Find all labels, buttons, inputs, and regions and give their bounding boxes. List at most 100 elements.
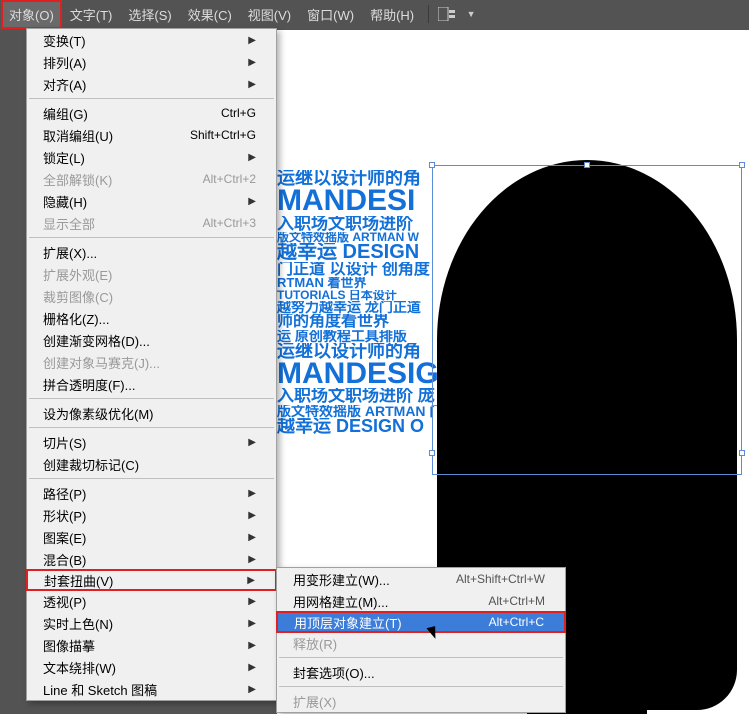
menu-item-label: 路径(P) <box>43 484 86 503</box>
menu-item[interactable]: 对齐(A) ▶ <box>27 73 276 95</box>
submenu-item-label: 用顶层对象建立(T) <box>294 613 402 632</box>
artwork-line: MANDESI <box>277 187 457 216</box>
submenu-arrow-icon: ▶ <box>248 79 256 90</box>
menu-separator <box>29 237 274 238</box>
submenu-item[interactable]: 用网格建立(M)...Alt+Ctrl+M <box>277 590 565 612</box>
bounding-box <box>432 165 742 475</box>
anchor-point[interactable] <box>739 162 745 168</box>
menu-item-label: 全部解锁(K) <box>43 170 112 189</box>
submenu-shortcut: Alt+Shift+Ctrl+W <box>456 572 545 586</box>
menu-separator <box>29 98 274 99</box>
menu-separator <box>29 398 274 399</box>
menu-item[interactable]: 切片(S)▶ <box>27 431 276 453</box>
anchor-point[interactable] <box>429 162 435 168</box>
artwork-line: 运 原创教程工具排版 <box>277 330 457 343</box>
menu-item: 裁剪图像(C) <box>27 285 276 307</box>
menu-item-label: 实时上色(N) <box>43 614 113 633</box>
menu-item-label: 扩展外观(E) <box>43 265 112 284</box>
menu-help[interactable]: 帮助(H) <box>362 0 422 29</box>
submenu-arrow-icon: ▶ <box>248 684 256 695</box>
menu-item-label: Line 和 Sketch 图稿 <box>43 680 157 699</box>
menu-item-label: 拼合透明度(F)... <box>43 375 135 394</box>
menu-item[interactable]: 排列(A) ▶ <box>27 51 276 73</box>
menu-item[interactable]: 实时上色(N)▶ <box>27 612 276 634</box>
menu-item[interactable]: 创建渐变网格(D)... <box>27 329 276 351</box>
menu-item[interactable]: 取消编组(U)Shift+Ctrl+G <box>27 124 276 146</box>
menu-item[interactable]: 拼合透明度(F)... <box>27 373 276 395</box>
menu-separator <box>29 478 274 479</box>
menu-item-label: 变换(T) <box>43 31 86 50</box>
menu-item[interactable]: 透视(P)▶ <box>27 590 276 612</box>
submenu-item[interactable]: 用变形建立(W)... Alt+Shift+Ctrl+W <box>277 568 565 590</box>
menu-effect[interactable]: 效果(C) <box>180 0 240 29</box>
menu-item[interactable]: 图案(E)▶ <box>27 526 276 548</box>
menu-object[interactable]: 对象(O) <box>1 0 62 29</box>
menu-item[interactable]: 路径(P) ▶ <box>27 482 276 504</box>
submenu-shortcut: Alt+Ctrl+M <box>488 594 545 608</box>
menu-item-label: 文本绕排(W) <box>43 658 116 677</box>
menu-item[interactable]: Line 和 Sketch 图稿 ▶ <box>27 678 276 700</box>
menu-item-label: 排列(A) <box>43 53 86 72</box>
artwork-line: 版文特效摇版 ARTMAN W <box>277 232 457 243</box>
menu-item[interactable]: 文本绕排(W) ▶ <box>27 656 276 678</box>
submenu-arrow-icon: ▶ <box>248 57 256 68</box>
menu-view[interactable]: 视图(V) <box>240 0 299 29</box>
menu-item: 创建对象马赛克(J)... <box>27 351 276 373</box>
menu-item-label: 显示全部 <box>43 214 95 233</box>
submenu-item[interactable]: 封套选项(O)... <box>277 661 565 683</box>
menu-item[interactable]: 创建裁切标记(C) <box>27 453 276 475</box>
menu-item[interactable]: 形状(P)▶ <box>27 504 276 526</box>
submenu-item-label: 封套选项(O)... <box>293 663 375 682</box>
menu-item[interactable]: 编组(G) Ctrl+G <box>27 102 276 124</box>
envelope-distort-submenu: 用变形建立(W)... Alt+Shift+Ctrl+W 用网格建立(M)...Al… <box>276 567 566 713</box>
menu-item: 全部解锁(K) Alt+Ctrl+2 <box>27 168 276 190</box>
menu-shortcut: Alt+Ctrl+3 <box>203 216 256 230</box>
menu-item[interactable]: 设为像素级优化(M) <box>27 402 276 424</box>
menu-item[interactable]: 隐藏(H) ▶ <box>27 190 276 212</box>
menu-item-label: 透视(P) <box>43 592 86 611</box>
menu-item-label: 创建对象马赛克(J)... <box>43 353 160 372</box>
artwork-line: 门正道 以设计 创角度 <box>277 262 457 277</box>
artwork-line: 运继以设计师的角 <box>277 170 457 187</box>
menu-item[interactable]: 扩展(X)... <box>27 241 276 263</box>
artwork-line: 越幸运 DESIGN O <box>277 418 457 435</box>
menu-select[interactable]: 选择(S) <box>120 0 179 29</box>
menu-shortcut: Ctrl+G <box>221 106 256 120</box>
submenu-item[interactable]: 用顶层对象建立(T)Alt+Ctrl+C <box>276 611 566 633</box>
menu-type[interactable]: 文字(T) <box>62 0 121 29</box>
artwork-line: 运继以设计师的角 <box>277 343 457 360</box>
menu-item[interactable]: 图像描摹▶ <box>27 634 276 656</box>
separator <box>428 5 429 23</box>
submenu-arrow-icon: ▶ <box>248 35 256 46</box>
menu-item-label: 扩展(X)... <box>43 243 97 262</box>
menu-item-label: 图像描摹 <box>43 636 95 655</box>
artwork-line: RTMAN 着世界 <box>277 277 457 289</box>
menu-separator <box>279 657 563 658</box>
submenu-arrow-icon: ▶ <box>248 437 256 448</box>
dropdown-icon[interactable]: ▼ <box>459 5 483 23</box>
menu-shortcut: Alt+Ctrl+2 <box>203 172 256 186</box>
submenu-arrow-icon: ▶ <box>248 532 256 543</box>
menu-item-label: 对齐(A) <box>43 75 86 94</box>
menu-window[interactable]: 窗口(W) <box>299 0 362 29</box>
anchor-point[interactable] <box>584 162 590 168</box>
menu-item[interactable]: 锁定(L)▶ <box>27 146 276 168</box>
menu-item[interactable]: 封套扭曲(V)▶ <box>26 569 277 591</box>
submenu-arrow-icon: ▶ <box>248 662 256 673</box>
menu-item-label: 编组(G) <box>43 104 88 123</box>
submenu-arrow-icon: ▶ <box>247 575 255 586</box>
menu-item-label: 隐藏(H) <box>43 192 87 211</box>
submenu-item-label: 用变形建立(W)... <box>293 570 390 589</box>
menu-item-label: 锁定(L) <box>43 148 85 167</box>
workspace-switcher-icon[interactable] <box>435 5 459 23</box>
submenu-arrow-icon: ▶ <box>248 488 256 499</box>
menu-separator <box>279 686 563 687</box>
menubar: 对象(O) 文字(T) 选择(S) 效果(C) 视图(V) 窗口(W) 帮助(H… <box>0 0 749 28</box>
submenu-arrow-icon: ▶ <box>248 510 256 521</box>
submenu-arrow-icon: ▶ <box>248 196 256 207</box>
menu-item[interactable]: 栅格化(Z)... <box>27 307 276 329</box>
menu-item[interactable]: 混合(B)▶ <box>27 548 276 570</box>
anchor-point[interactable] <box>429 450 435 456</box>
anchor-point[interactable] <box>739 450 745 456</box>
menu-item[interactable]: 变换(T) ▶ <box>27 29 276 51</box>
